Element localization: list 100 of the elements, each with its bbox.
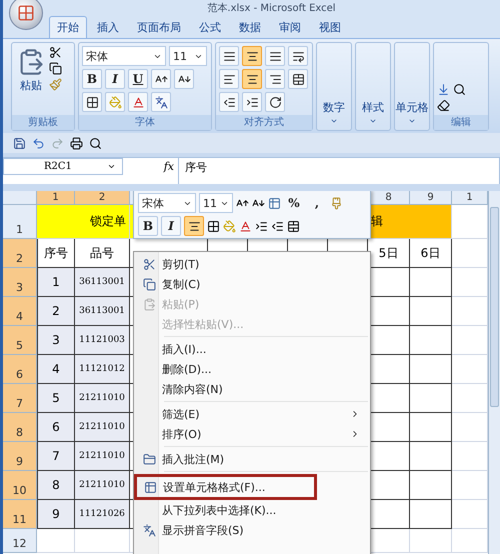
table-cell <box>368 268 410 297</box>
ribbon-tab[interactable]: 公式 <box>191 16 229 38</box>
formula-field[interactable]: 序号 <box>178 158 500 184</box>
table-cell: 7 <box>37 442 75 471</box>
percent-button[interactable]: % <box>284 193 304 213</box>
menu-item[interactable]: 复制(C) <box>136 274 368 294</box>
merge-button[interactable] <box>288 69 308 89</box>
border-icon[interactable] <box>207 220 220 232</box>
column-header[interactable]: 2 <box>75 191 130 205</box>
phonetic-button[interactable] <box>151 92 171 112</box>
align-middle-button[interactable] <box>242 46 262 66</box>
font-size-select[interactable]: 11 <box>169 46 207 66</box>
font-size-select[interactable]: 11 <box>199 193 233 213</box>
row-header[interactable]: 4 <box>3 297 37 326</box>
menu-item[interactable]: 剪切(T) <box>136 254 368 274</box>
wrap-text-button[interactable] <box>288 46 308 66</box>
paintbrush-icon[interactable] <box>330 196 343 210</box>
align-center-button[interactable] <box>242 69 262 89</box>
scissors-icon[interactable] <box>49 46 62 59</box>
grow-font-button[interactable] <box>151 69 171 89</box>
increase-decimal-icon[interactable] <box>255 220 268 232</box>
ribbon-tab[interactable]: 视图 <box>311 16 349 38</box>
menu-item[interactable]: 删除(D)... <box>136 359 368 379</box>
font-color-icon[interactable] <box>239 220 252 232</box>
row-header[interactable]: 5 <box>3 326 37 355</box>
row-header[interactable]: 6 <box>3 355 37 384</box>
row-header[interactable]: 9 <box>3 442 37 471</box>
merge-cells-icon[interactable] <box>287 220 300 232</box>
italic-button[interactable]: I <box>161 216 181 236</box>
align-right-button[interactable] <box>265 69 285 89</box>
print-icon[interactable] <box>70 136 83 150</box>
shrink-font-button[interactable] <box>174 69 194 89</box>
column-header[interactable]: 1 <box>452 191 488 205</box>
row-header[interactable]: 10 <box>3 471 37 500</box>
row-header[interactable]: 3 <box>3 268 37 297</box>
center-button[interactable] <box>184 216 204 236</box>
comma-button[interactable]: , <box>307 193 327 213</box>
ribbon-tab[interactable]: 审阅 <box>271 16 309 38</box>
insert-function-button[interactable]: fx <box>164 160 174 173</box>
bold-button[interactable]: B <box>138 216 158 236</box>
copy-icon[interactable] <box>49 62 62 75</box>
ribbon-tab[interactable]: 页面布局 <box>129 16 189 38</box>
font-color-button[interactable] <box>128 92 148 112</box>
menu-item[interactable]: 显示拼音字段(S) <box>136 520 368 540</box>
table-icon[interactable] <box>268 196 281 210</box>
orientation-button[interactable] <box>265 92 285 112</box>
row-header[interactable]: 12 <box>3 529 37 553</box>
row-header[interactable]: 11 <box>3 500 37 529</box>
menu-item[interactable]: 设置单元格格式(F)... <box>134 474 317 500</box>
ribbon-tab[interactable]: 数据 <box>231 16 269 38</box>
border-button[interactable] <box>82 92 102 112</box>
menu-item[interactable]: 插入批注(M) <box>136 449 368 469</box>
table-cell <box>452 471 488 500</box>
row-header[interactable]: 2 <box>3 239 37 268</box>
align-bottom-button[interactable] <box>265 46 285 66</box>
fill-color-button[interactable] <box>105 92 125 112</box>
increase-indent-icon <box>246 96 258 108</box>
row-header[interactable]: 7 <box>3 384 37 413</box>
fill-down-icon[interactable] <box>437 83 450 96</box>
font-name-select[interactable]: 宋体 <box>82 46 166 66</box>
paste-button[interactable]: 粘贴 <box>15 46 47 112</box>
menu-item[interactable]: 筛选(E) <box>136 404 368 424</box>
search-icon[interactable] <box>453 83 466 96</box>
undo-icon[interactable] <box>32 136 45 150</box>
eraser-icon[interactable] <box>437 99 450 112</box>
column-header[interactable]: 1 <box>37 191 75 205</box>
phonetic-icon <box>154 96 168 108</box>
menu-item[interactable]: 清除内容(N) <box>136 379 368 399</box>
ribbon-tab[interactable]: 插入 <box>89 16 127 38</box>
name-box[interactable]: R2C1 <box>3 158 123 175</box>
decrease-decimal-icon[interactable] <box>271 220 284 232</box>
table-cell <box>452 384 488 413</box>
decrease-indent-button[interactable] <box>219 92 239 112</box>
table-cell: 11121003 <box>75 326 130 355</box>
column-header[interactable]: 8 <box>368 191 410 205</box>
bold-button[interactable]: B <box>82 69 102 89</box>
column-header[interactable]: 9 <box>410 191 452 205</box>
increase-indent-button[interactable] <box>242 92 262 112</box>
group-label: 对齐方式 <box>216 115 312 130</box>
ribbon-tab[interactable]: 开始 <box>49 16 87 38</box>
table-cell <box>368 471 410 500</box>
row-header[interactable]: 8 <box>3 413 37 442</box>
print-preview-icon[interactable] <box>89 136 102 150</box>
menu-item[interactable]: 从下拉列表中选择(K)... <box>136 500 368 520</box>
table-cell <box>452 413 488 442</box>
table-cell: 6 <box>37 413 75 442</box>
scissors-icon <box>142 258 156 270</box>
table-cell: 21211010 <box>75 384 130 413</box>
table-cell <box>410 413 452 442</box>
align-top-button[interactable] <box>219 46 239 66</box>
save-icon[interactable] <box>13 136 26 150</box>
menu-item[interactable]: 插入(I)... <box>136 339 368 359</box>
font-color-icon <box>132 96 144 108</box>
align-left-button[interactable] <box>219 69 239 89</box>
vertical-scrollbar[interactable] <box>488 191 500 554</box>
italic-button[interactable]: I <box>105 69 125 89</box>
row-header[interactable]: 1 <box>3 205 37 239</box>
menu-item[interactable]: 排序(O) <box>136 424 368 444</box>
font-name-select[interactable]: 宋体 <box>138 193 196 213</box>
underline-button[interactable]: U <box>128 69 148 89</box>
